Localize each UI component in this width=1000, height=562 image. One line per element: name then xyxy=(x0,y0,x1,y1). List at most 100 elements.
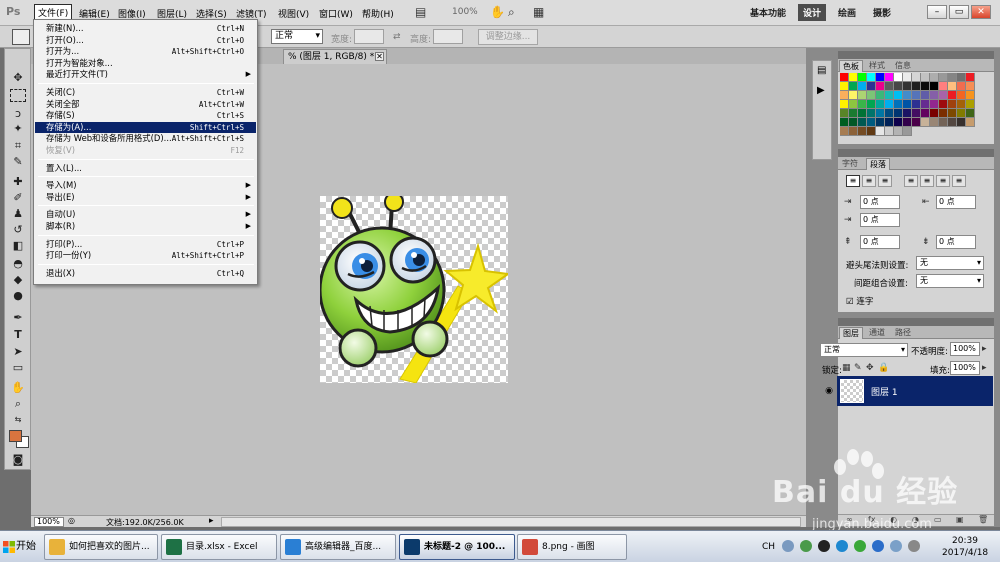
refine-edge-button[interactable]: 调整边缘... xyxy=(478,29,538,45)
color-swatch[interactable] xyxy=(885,82,894,91)
actions-panel-icon[interactable]: ▶ xyxy=(817,85,825,96)
color-swatch[interactable] xyxy=(840,127,849,136)
color-swatch[interactable] xyxy=(840,82,849,91)
indent-right-field[interactable]: 0 点 xyxy=(936,195,976,209)
color-swatch[interactable] xyxy=(876,100,885,109)
file-menu-item[interactable]: 打开为智能对象... xyxy=(35,58,256,69)
tab-paths[interactable]: 路径 xyxy=(892,327,914,339)
file-menu-item[interactable]: 打开为... Alt+Shift+Ctrl+O xyxy=(35,46,256,57)
color-swatch[interactable] xyxy=(921,91,930,100)
color-swatch[interactable] xyxy=(894,109,903,118)
color-swatch[interactable] xyxy=(921,109,930,118)
color-swatch[interactable] xyxy=(849,100,858,109)
history-brush-icon[interactable]: ↺ xyxy=(10,223,26,236)
file-menu-item[interactable]: 打印(P)... Ctrl+P xyxy=(35,239,256,250)
color-swatch[interactable] xyxy=(939,91,948,100)
document-tab[interactable]: % (图层 1, RGB/8) * ✕ xyxy=(283,49,387,64)
color-swatch[interactable] xyxy=(957,118,966,127)
color-swatch[interactable] xyxy=(876,73,885,82)
color-swatch[interactable] xyxy=(876,91,885,100)
volume-icon[interactable] xyxy=(908,540,920,552)
color-swatch[interactable] xyxy=(939,73,948,82)
color-swatch[interactable] xyxy=(948,118,957,127)
color-swatch[interactable] xyxy=(948,100,957,109)
file-menu-item[interactable]: 置入(L)... xyxy=(35,163,256,174)
color-swatch[interactable] xyxy=(957,109,966,118)
color-swatch[interactable] xyxy=(894,73,903,82)
color-swatch[interactable] xyxy=(912,73,921,82)
file-menu-item[interactable]: 存储(S) Ctrl+S xyxy=(35,110,256,121)
file-menu-item[interactable]: 新建(N)... Ctrl+N xyxy=(35,23,256,34)
color-swatch[interactable] xyxy=(930,100,939,109)
workspace-photography[interactable]: 摄影 xyxy=(873,6,891,19)
color-swatch[interactable] xyxy=(921,82,930,91)
move-tool-icon[interactable]: ✥ xyxy=(10,71,26,84)
lock-position-icon[interactable]: ✥ xyxy=(866,363,874,373)
color-swatch[interactable] xyxy=(849,127,858,136)
color-swatch[interactable] xyxy=(939,82,948,91)
color-swatch[interactable] xyxy=(930,73,939,82)
color-swatch[interactable] xyxy=(912,118,921,127)
color-swatch[interactable] xyxy=(966,118,975,127)
color-swatch[interactable] xyxy=(876,82,885,91)
document-canvas[interactable] xyxy=(318,192,511,384)
healing-brush-icon[interactable]: ✚ xyxy=(10,175,26,188)
lock-transparent-icon[interactable]: ▦ xyxy=(842,363,851,373)
new-group-icon[interactable]: ▭ xyxy=(934,515,942,524)
tab-styles[interactable]: 样式 xyxy=(866,60,888,72)
tab-paragraph[interactable]: 段落 xyxy=(866,158,890,170)
color-swatch[interactable] xyxy=(903,118,912,127)
workspace-essentials[interactable]: 基本功能 xyxy=(750,6,786,19)
color-swatch[interactable] xyxy=(948,82,957,91)
justify-all-icon[interactable]: ≡ xyxy=(952,175,966,187)
color-swatch[interactable] xyxy=(966,100,975,109)
taskbar-button[interactable]: 未标题-2 @ 100... xyxy=(399,534,515,560)
file-menu-item[interactable]: 打印一份(Y) Alt+Shift+Ctrl+P xyxy=(35,250,256,261)
color-swatch[interactable] xyxy=(966,109,975,118)
file-menu-item[interactable]: 存储为 Web和设备所用格式(D)... Alt+Shift+Ctrl+S xyxy=(35,133,256,144)
file-menu-item[interactable]: 脚本(R) ▶ xyxy=(35,221,256,232)
color-swatch[interactable] xyxy=(903,109,912,118)
color-swatch[interactable] xyxy=(921,73,930,82)
color-swatch[interactable] xyxy=(930,109,939,118)
taskbar-button[interactable]: 8.png - 画图 xyxy=(517,534,627,560)
hyphenation-select[interactable]: 无 xyxy=(916,256,984,270)
zoom-field[interactable]: 100% xyxy=(34,517,64,527)
color-swatch[interactable] xyxy=(885,127,894,136)
trash-icon[interactable]: 🗑 xyxy=(978,515,988,524)
paint-bucket-icon[interactable]: ◓ xyxy=(10,257,26,270)
tab-info[interactable]: 信息 xyxy=(892,60,914,72)
brush-tool-icon[interactable]: ✐ xyxy=(10,191,26,204)
start-button[interactable]: 开始 xyxy=(0,534,40,560)
align-left-icon[interactable]: ≡ xyxy=(846,175,860,187)
color-swatch[interactable] xyxy=(948,73,957,82)
lasso-tool-icon[interactable]: ↄ xyxy=(10,107,26,120)
blend-mode-select[interactable]: 正常 xyxy=(820,343,908,357)
indent-first-line-field[interactable]: 0 点 xyxy=(860,213,900,227)
space-before-field[interactable]: 0 点 xyxy=(860,235,900,249)
color-swatch[interactable] xyxy=(966,91,975,100)
tab-channels[interactable]: 通道 xyxy=(866,327,888,339)
ime-indicator[interactable]: CH xyxy=(762,542,775,552)
close-icon[interactable]: ✕ xyxy=(375,52,384,61)
space-after-field[interactable]: 0 点 xyxy=(936,235,976,249)
color-swatch[interactable] xyxy=(858,127,867,136)
color-swatch[interactable] xyxy=(885,73,894,82)
color-swatch[interactable] xyxy=(912,109,921,118)
menu-view[interactable]: 视图(V) xyxy=(275,6,312,21)
menu-help[interactable]: 帮助(H) xyxy=(359,6,397,21)
restore-button[interactable]: ▭ xyxy=(949,5,969,19)
color-swatch[interactable] xyxy=(912,100,921,109)
file-menu-item[interactable]: 打开(O)... Ctrl+O xyxy=(35,35,256,46)
justify-center-icon[interactable]: ≡ xyxy=(920,175,934,187)
color-swatch[interactable] xyxy=(858,91,867,100)
layer-style-icon[interactable]: fx xyxy=(868,515,876,524)
fill-field[interactable]: 100% xyxy=(950,361,980,375)
clock-date[interactable]: 2017/4/18 xyxy=(942,548,988,558)
file-menu-item[interactable]: 自动(U) ▶ xyxy=(35,209,256,220)
arrange-icon[interactable]: ▦ xyxy=(533,5,544,19)
color-swatch[interactable] xyxy=(858,73,867,82)
qq-icon[interactable] xyxy=(818,540,830,552)
color-swatch[interactable] xyxy=(840,73,849,82)
pen-tool-icon[interactable]: ✒ xyxy=(10,311,26,324)
